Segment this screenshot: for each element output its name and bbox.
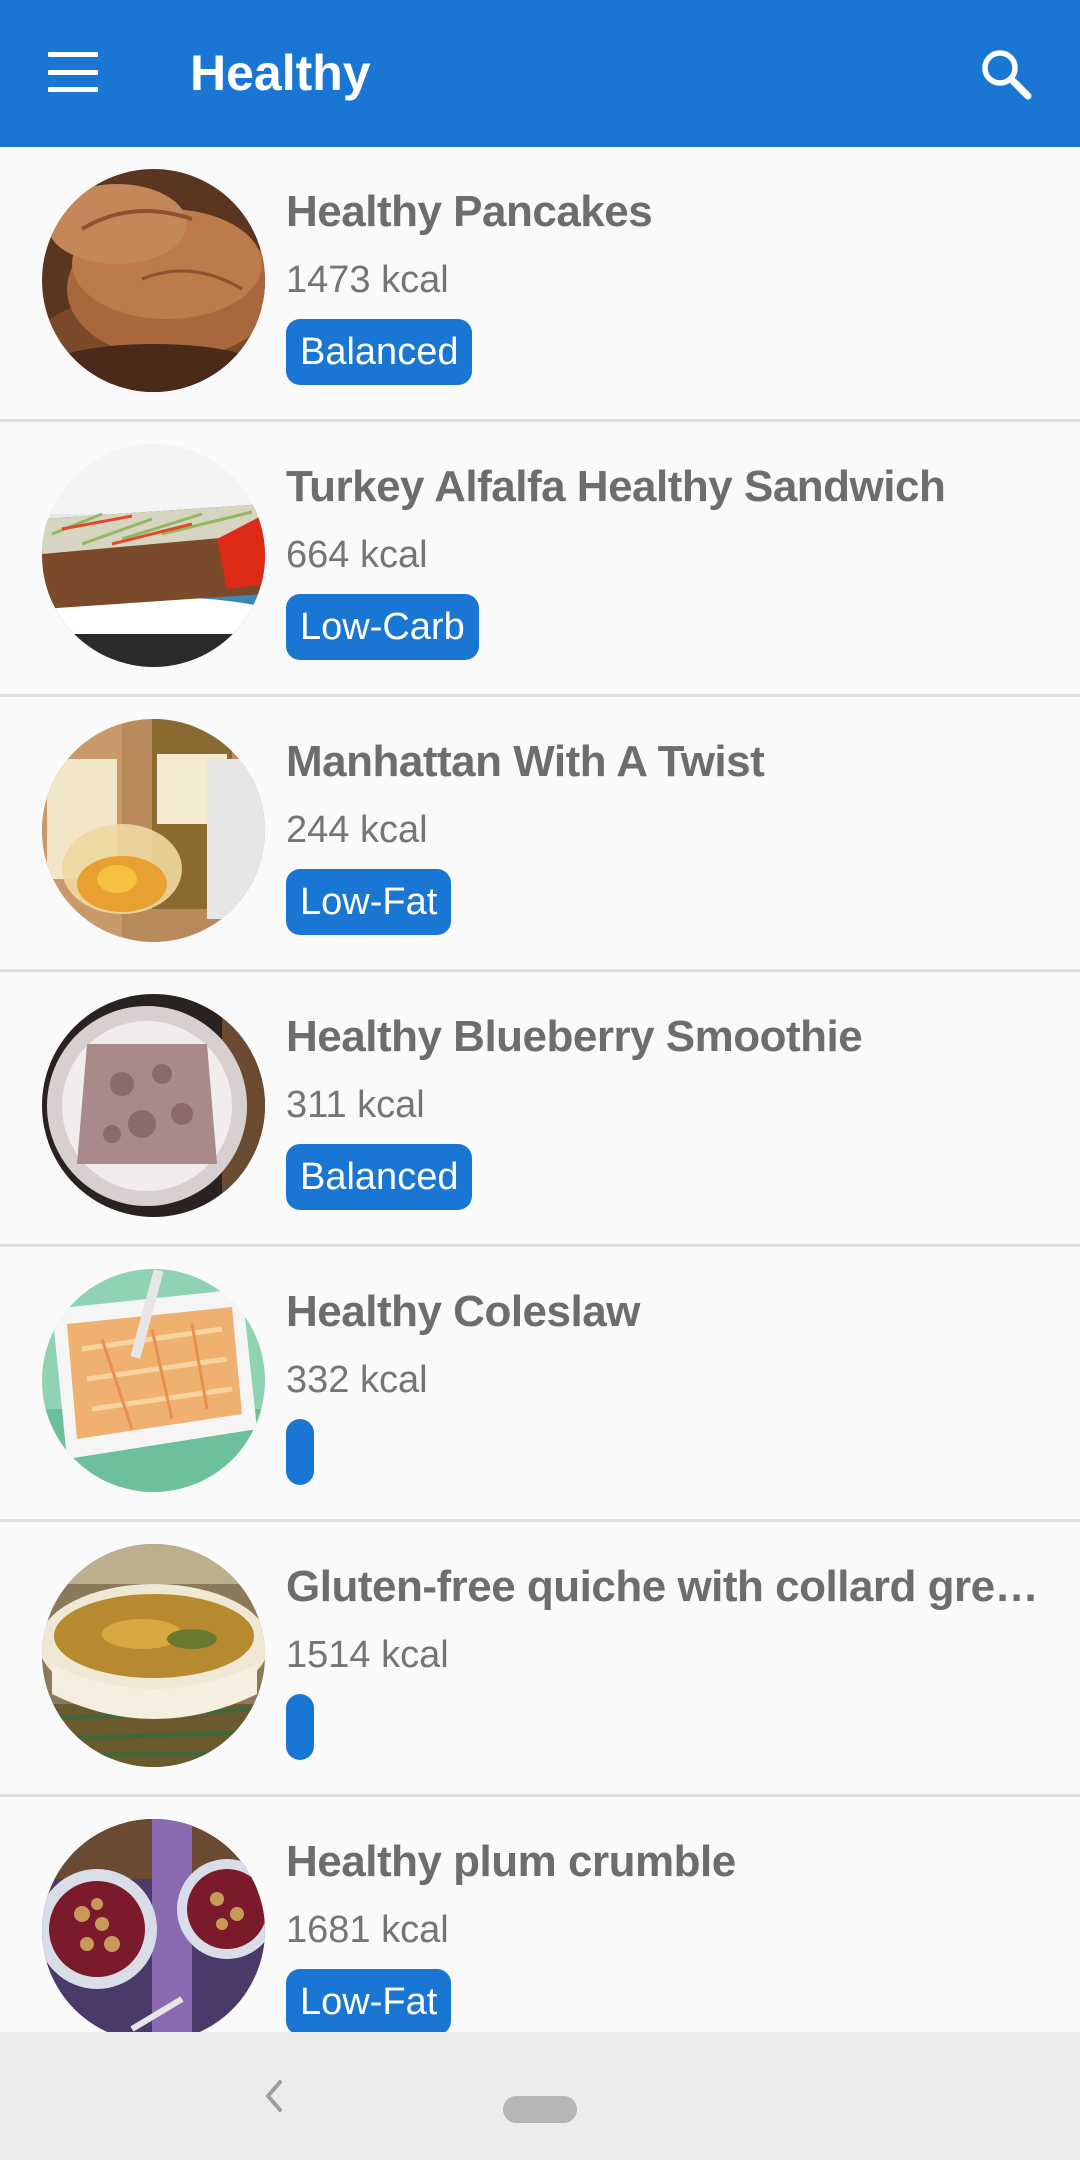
- diet-label-badge: Low-Fat: [286, 869, 452, 935]
- recipe-thumbnail-sandwich: [42, 444, 265, 667]
- home-pill-icon[interactable]: [503, 2096, 577, 2123]
- system-navigation-bar: [0, 2032, 1080, 2160]
- recipe-thumbnail-coleslaw: [42, 1269, 265, 1492]
- recipe-title: Healthy Coleslaw: [286, 1287, 640, 1336]
- diet-label-badge: Balanced: [286, 1144, 473, 1210]
- recipe-thumbnail-cocktail: [42, 719, 265, 942]
- diet-label-badge: [286, 1694, 314, 1760]
- recipe-kcal: 1514 kcal: [286, 1634, 449, 1676]
- recipe-list: Healthy Pancakes 1473 kcal Balanced Turk…: [0, 147, 1080, 2072]
- hamburger-menu-icon[interactable]: [48, 52, 98, 92]
- recipe-row[interactable]: Turkey Alfalfa Healthy Sandwich 664 kcal…: [0, 422, 1080, 697]
- recipe-thumbnail-quiche: [42, 1544, 265, 1767]
- diet-label-badge: [286, 1419, 314, 1485]
- diet-label-badge: Balanced: [286, 319, 473, 385]
- recipe-row[interactable]: Healthy Coleslaw 332 kcal: [0, 1247, 1080, 1522]
- app-screen: Healthy Healthy Pancakes 1473 kcal Balan…: [0, 0, 1080, 2160]
- recipe-row[interactable]: Manhattan With A Twist 244 kcal Low-Fat: [0, 697, 1080, 972]
- recipe-title: Healthy plum crumble: [286, 1837, 736, 1886]
- recipe-title: Gluten-free quiche with collard green…: [286, 1562, 1046, 1611]
- search-icon[interactable]: [978, 46, 1034, 102]
- recipe-kcal: 1681 kcal: [286, 1909, 449, 1951]
- back-chevron-icon[interactable]: [262, 2076, 286, 2116]
- recipe-kcal: 244 kcal: [286, 809, 428, 851]
- recipe-title: Healthy Pancakes: [286, 187, 653, 236]
- recipe-kcal: 664 kcal: [286, 534, 428, 576]
- recipe-row[interactable]: Healthy Pancakes 1473 kcal Balanced: [0, 147, 1080, 422]
- recipe-thumbnail-smoothie: [42, 994, 265, 1217]
- recipe-kcal: 1473 kcal: [286, 259, 449, 301]
- recipe-thumbnail-pancakes: [42, 169, 265, 392]
- recipe-row[interactable]: Healthy plum crumble 1681 kcal Low-Fat: [0, 1797, 1080, 2072]
- recipe-row[interactable]: Gluten-free quiche with collard green… 1…: [0, 1522, 1080, 1797]
- recipe-kcal: 311 kcal: [286, 1084, 425, 1126]
- recipe-title: Turkey Alfalfa Healthy Sandwich: [286, 462, 946, 511]
- page-title: Healthy: [190, 45, 371, 101]
- recipe-title: Manhattan With A Twist: [286, 737, 765, 786]
- diet-label-badge: Low-Carb: [286, 594, 479, 660]
- recipe-row[interactable]: Healthy Blueberry Smoothie 311 kcal Bala…: [0, 972, 1080, 1247]
- diet-label-badge: Low-Fat: [286, 1969, 452, 2035]
- recipe-kcal: 332 kcal: [286, 1359, 428, 1401]
- recipe-title: Healthy Blueberry Smoothie: [286, 1012, 863, 1061]
- app-toolbar: Healthy: [0, 0, 1080, 147]
- recipe-thumbnail-plum-crumble: [42, 1819, 265, 2042]
